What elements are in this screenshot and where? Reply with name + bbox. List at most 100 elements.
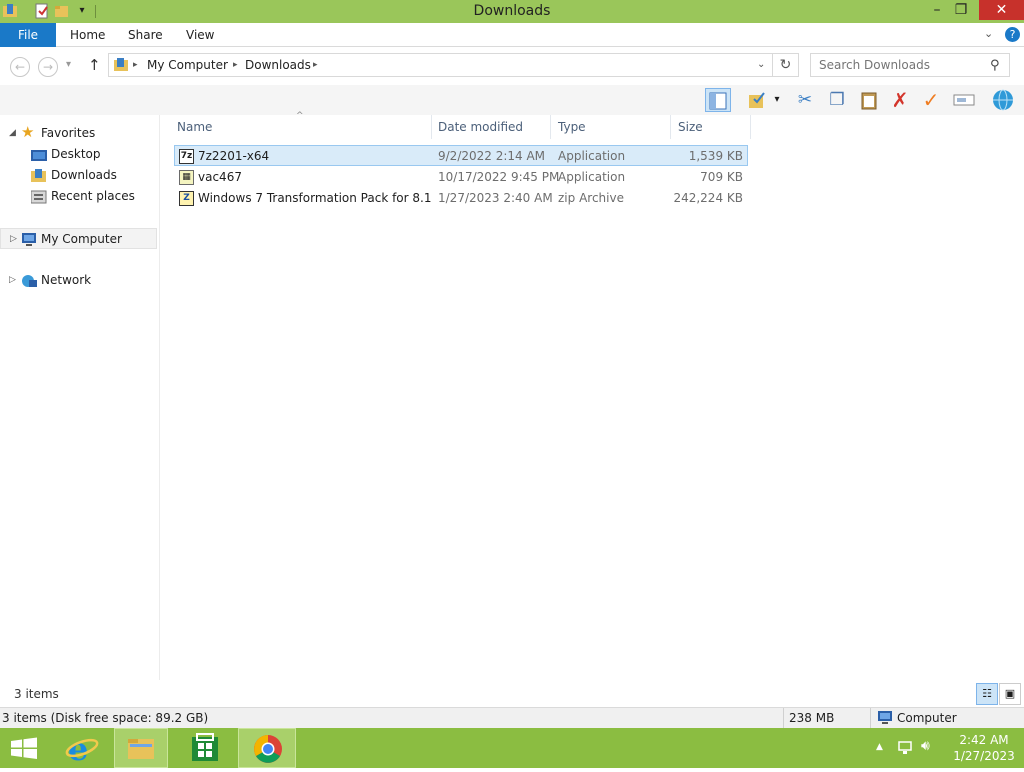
- column-type[interactable]: Type: [551, 115, 671, 139]
- delete-icon[interactable]: ✗: [887, 88, 913, 112]
- breadcrumb-my-computer[interactable]: My Computer: [147, 58, 228, 72]
- status-selection-size: 238 MB: [789, 711, 835, 725]
- file-size: 242,224 KB: [673, 191, 743, 205]
- divider: [783, 708, 784, 728]
- title-bar[interactable]: ▾ Downloads – ❐ ✕: [0, 0, 1024, 23]
- column-header: ^ Name Date modified Type Size: [170, 111, 752, 139]
- globe-icon[interactable]: [990, 88, 1016, 112]
- status-disk-space: 3 items (Disk free space: 89.2 GB): [2, 711, 209, 725]
- collapsed-arrow-icon[interactable]: ▷: [10, 229, 17, 250]
- details-view-icon[interactable]: ☷: [976, 683, 998, 705]
- select-folder-icon[interactable]: [744, 88, 770, 112]
- tab-share[interactable]: Share: [114, 23, 177, 47]
- paste-icon[interactable]: [856, 88, 882, 112]
- command-toolbar: ▾ ✂ ❐ ✗ ✓: [0, 85, 1024, 115]
- tab-view[interactable]: View: [172, 23, 228, 47]
- preview-pane-button[interactable]: [705, 88, 731, 112]
- nav-label: Downloads: [51, 168, 117, 182]
- file-type: Application: [558, 149, 626, 163]
- start-button[interactable]: [0, 728, 48, 768]
- recent-places-icon: [30, 190, 47, 204]
- search-input[interactable]: [810, 53, 1010, 77]
- column-size[interactable]: Size: [671, 115, 751, 139]
- nav-item-desktop[interactable]: Desktop: [0, 144, 157, 165]
- volume-icon[interactable]: 🔊︎: [921, 738, 930, 754]
- nav-label: My Computer: [41, 232, 122, 246]
- file-explorer-icon[interactable]: [114, 728, 168, 768]
- large-icons-view-icon[interactable]: ▣: [999, 683, 1021, 705]
- item-count: 3 items: [14, 687, 59, 701]
- rename-icon[interactable]: [951, 88, 977, 112]
- zip-icon: Z: [179, 191, 194, 206]
- nav-label: Recent places: [51, 189, 135, 203]
- refresh-button[interactable]: ↻: [773, 53, 799, 77]
- status-location: Computer: [897, 711, 957, 725]
- file-name: 7z2201-x64: [198, 149, 270, 163]
- address-row: ← → ▾ ↑ ▸ My Computer ▸ Downloads ▸ ⌄ ↻ …: [0, 47, 1024, 85]
- cut-icon[interactable]: ✂: [792, 88, 818, 112]
- divider: [870, 708, 871, 728]
- breadcrumb-chevron-icon[interactable]: ▸: [313, 60, 318, 70]
- collapsed-arrow-icon[interactable]: ▷: [9, 270, 16, 291]
- column-date-modified[interactable]: Date modified: [431, 115, 551, 139]
- breadcrumb-chevron-icon[interactable]: ▸: [133, 60, 138, 70]
- file-date: 9/2/2022 2:14 AM: [438, 149, 546, 163]
- nav-item-favorites[interactable]: ◢ ★ Favorites: [0, 123, 157, 144]
- back-button[interactable]: ←: [10, 57, 30, 77]
- expanded-arrow-icon[interactable]: ◢: [9, 123, 16, 144]
- file-size: 709 KB: [700, 170, 743, 184]
- installer-icon: ▦: [179, 170, 194, 185]
- nav-item-recent-places[interactable]: Recent places: [0, 186, 157, 207]
- internet-explorer-icon[interactable]: e: [54, 728, 112, 768]
- breadcrumb-chevron-icon[interactable]: ▸: [233, 60, 238, 70]
- column-name[interactable]: Name: [170, 115, 432, 139]
- desktop-icon: [31, 148, 47, 161]
- tab-home[interactable]: Home: [56, 23, 119, 47]
- nav-item-my-computer[interactable]: ▷ My Computer: [0, 228, 157, 249]
- store-icon[interactable]: [176, 728, 234, 768]
- copy-icon[interactable]: ❐: [824, 88, 850, 112]
- breadcrumb-downloads[interactable]: Downloads: [245, 58, 311, 72]
- file-row[interactable]: ▦ vac467 10/17/2022 9:45 PM Application …: [174, 166, 748, 187]
- up-button[interactable]: ↑: [88, 56, 101, 74]
- forward-button[interactable]: →: [38, 57, 58, 77]
- file-name: Windows 7 Transformation Pack for 8.1: [198, 191, 432, 205]
- file-date: 10/17/2022 9:45 PM: [438, 170, 560, 184]
- window-title: Downloads: [473, 3, 551, 19]
- file-row[interactable]: Z Windows 7 Transformation Pack for 8.1 …: [174, 187, 748, 208]
- file-row[interactable]: 7z 7z2201-x64 9/2/2022 2:14 AM Applicati…: [174, 145, 748, 166]
- svg-text:e: e: [68, 730, 88, 768]
- clock[interactable]: 2:42 AM 1/27/2023: [944, 732, 1024, 764]
- network-icon: [20, 274, 37, 287]
- search-icon[interactable]: ⚲: [990, 58, 1000, 73]
- computer-icon: [877, 711, 893, 725]
- address-bar[interactable]: ▸ My Computer ▸ Downloads ▸ ⌄: [108, 53, 773, 77]
- file-date: 1/27/2023 2:40 AM: [438, 191, 553, 205]
- nav-item-downloads[interactable]: Downloads: [0, 165, 157, 186]
- chrome-icon[interactable]: [238, 728, 296, 768]
- address-dropdown-icon[interactable]: ⌄: [757, 59, 765, 70]
- taskbar: e ▲ 🔊︎: [0, 728, 1024, 768]
- close-button[interactable]: ✕: [979, 0, 1024, 20]
- file-type: Application: [558, 170, 626, 184]
- checkmark-icon[interactable]: ✓: [918, 88, 944, 112]
- nav-item-network[interactable]: ▷ Network: [0, 270, 157, 291]
- nav-label: Network: [41, 273, 92, 287]
- show-hidden-icons-icon[interactable]: ▲: [876, 742, 883, 752]
- nav-label: Favorites: [41, 126, 96, 140]
- 7z-icon: 7z: [179, 149, 194, 164]
- file-type: zip Archive: [558, 191, 624, 205]
- help-icon[interactable]: ?: [1005, 27, 1020, 42]
- select-dropdown-icon[interactable]: ▾: [770, 88, 784, 112]
- expand-ribbon-icon[interactable]: ⌄: [984, 27, 993, 40]
- tab-file[interactable]: File: [0, 23, 56, 47]
- navigation-pane: ◢ ★ Favorites Desktop Downloads Recent p…: [0, 115, 160, 680]
- nav-label: Desktop: [51, 147, 101, 161]
- downloads-folder-icon: [113, 57, 129, 73]
- recent-locations-icon[interactable]: ▾: [66, 59, 71, 70]
- network-status-icon[interactable]: [897, 739, 913, 755]
- restore-button[interactable]: ❐: [946, 0, 976, 20]
- downloads-folder-icon: [31, 169, 47, 182]
- clock-time: 2:42 AM: [959, 733, 1009, 747]
- file-name: vac467: [198, 170, 242, 184]
